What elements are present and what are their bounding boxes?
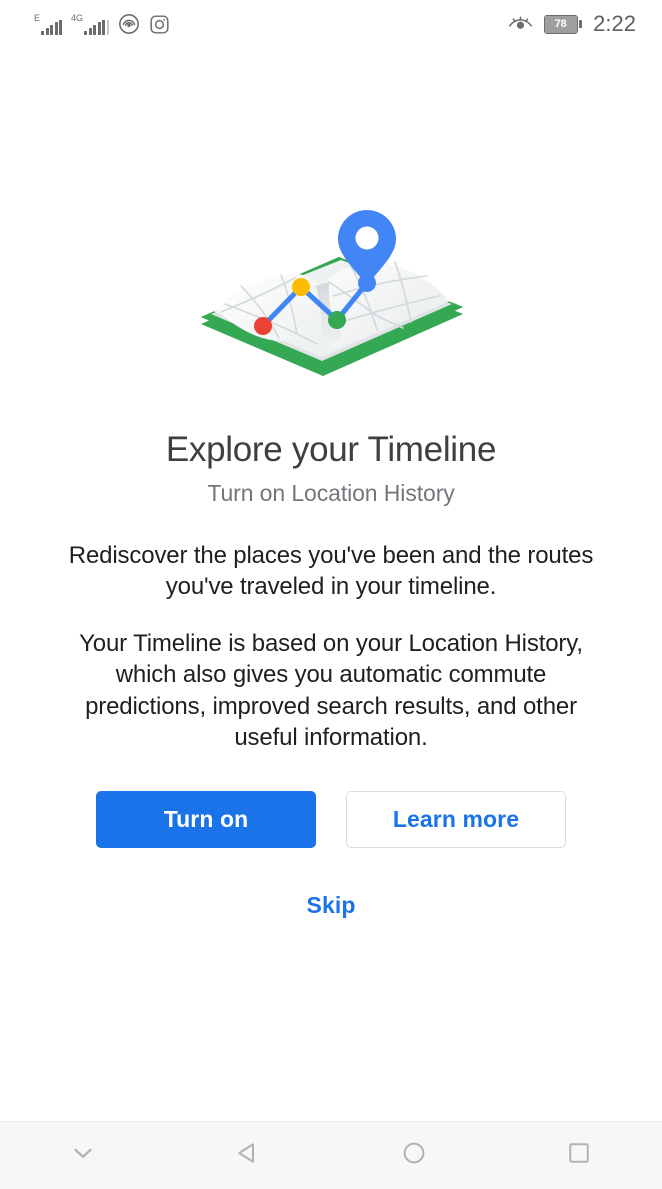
battery-body: 78: [543, 14, 578, 34]
recents-square-icon: [564, 1138, 594, 1173]
hotspot-icon: [118, 13, 140, 35]
status-bar-right-icons: 78 2:22: [508, 13, 636, 35]
description-paragraph-2: Your Timeline is based on your Location …: [79, 630, 583, 751]
android-navigation-bar: [0, 1121, 662, 1189]
page-subtitle: Turn on Location History: [207, 479, 455, 506]
signal-4g-icon: 4G: [71, 13, 110, 35]
chevron-down-icon: [68, 1138, 98, 1173]
skip-button[interactable]: Skip: [307, 892, 356, 919]
description-paragraph-1: Rediscover the places you've been and th…: [68, 541, 594, 600]
book-pages: [211, 260, 452, 361]
illustration-svg: [201, 210, 463, 376]
turn-on-button[interactable]: Turn on: [96, 790, 316, 848]
route-dot-yellow: [292, 278, 310, 296]
battery-level-label: 78: [544, 15, 577, 33]
main-content: Explore your Timeline Turn on Location H…: [0, 48, 662, 1121]
status-bar-clock: 2:22: [593, 11, 636, 36]
timeline-book-map-illustration: [191, 204, 471, 379]
battery-cap: [579, 20, 583, 28]
signal-4g-tick: [107, 20, 110, 35]
nav-recents-button[interactable]: [497, 1122, 662, 1189]
route-dot-red: [254, 317, 272, 335]
nav-home-button[interactable]: [331, 1122, 497, 1189]
route-dot-green: [328, 311, 346, 329]
nav-hide-button[interactable]: [0, 1122, 166, 1189]
signal-4g-label: 4G: [71, 13, 84, 23]
home-circle-icon: [399, 1138, 429, 1173]
signal-e-label: E: [34, 13, 41, 23]
signal-e-icon: E: [34, 13, 63, 35]
battery-icon: 78: [543, 14, 583, 34]
action-button-row: Turn on Learn more: [96, 790, 566, 848]
signal-4g-bars: [84, 20, 106, 35]
status-bar: E 4G 78 2:22: [0, 0, 662, 48]
instagram-icon: [149, 14, 170, 35]
signal-e-bars: [41, 20, 63, 35]
eye-comfort-icon: [508, 14, 533, 34]
nav-back-button[interactable]: [166, 1122, 332, 1189]
status-bar-left-icons: E 4G: [34, 13, 170, 35]
learn-more-button[interactable]: Learn more: [346, 790, 566, 848]
page-title: Explore your Timeline: [165, 430, 497, 469]
back-triangle-icon: [233, 1138, 263, 1173]
phone-screen: E 4G 78 2:22 Explore your Timeline Turn …: [0, 0, 662, 1189]
